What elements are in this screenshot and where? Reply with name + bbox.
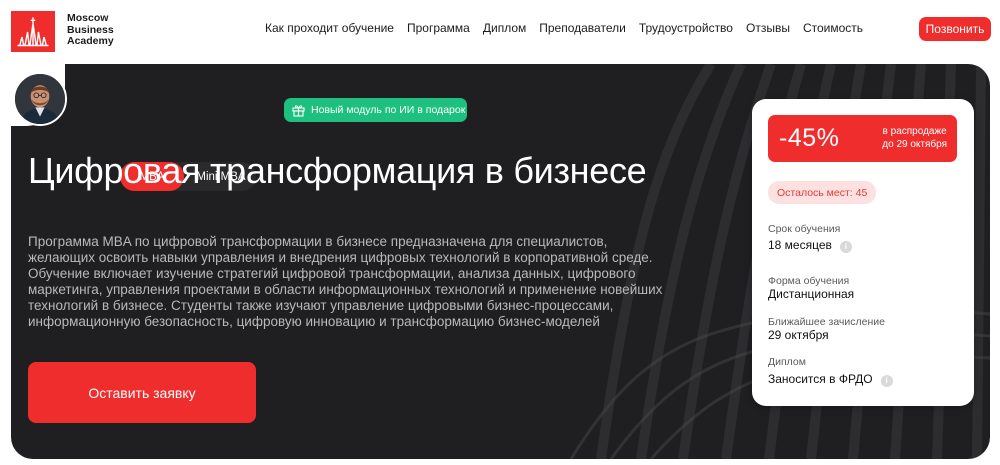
gift-icon — [292, 104, 305, 117]
enrollment-value: 29 октября — [768, 328, 829, 342]
seats-left-badge: Осталось мест: 45 — [768, 181, 877, 204]
call-button[interactable]: Позвонить — [919, 17, 991, 41]
program-description: Программа MBA по цифровой трансформации … — [28, 234, 663, 329]
discount-banner: -45% в распродаже до 29 октября — [768, 115, 957, 162]
enrollment-label: Ближайшее зачисление — [768, 316, 885, 328]
promo-badge[interactable]: Новый модуль по ИИ в подарок — [284, 98, 467, 122]
discount-line: до 29 октября — [882, 138, 947, 150]
discount-line: в распродаже — [882, 126, 947, 137]
study-form-value: Дистанционная — [768, 287, 855, 301]
nav-item-diploma[interactable]: Диплом — [483, 21, 526, 35]
nav-item-teachers[interactable]: Преподаватели — [539, 21, 626, 35]
nav-item-reviews[interactable]: Отзывы — [746, 21, 790, 35]
site-header: Moscow Business Academy Как проходит обу… — [0, 0, 1000, 58]
diploma-label: Диплом — [768, 356, 806, 368]
nav-item-how-it-works[interactable]: Как проходит обучение — [265, 21, 394, 35]
nav-item-employment[interactable]: Трудоустройство — [639, 21, 733, 35]
discount-value: -45% — [779, 124, 840, 152]
discount-deadline: в распродаже до 29 октября — [882, 126, 947, 151]
diploma-value: Заносится в ФРДО i — [768, 372, 893, 387]
study-form-label: Форма обучения — [768, 275, 850, 287]
program-info-card: -45% в распродаже до 29 октября Осталось… — [752, 99, 974, 406]
academy-name[interactable]: Moscow Business Academy — [67, 12, 114, 48]
promo-label: Новый модуль по ИИ в подарок — [311, 104, 466, 116]
duration-label: Срок обучения — [768, 223, 841, 235]
duration-value-text: 18 месяцев — [768, 238, 832, 252]
info-icon[interactable]: i — [880, 375, 893, 387]
nav-item-price[interactable]: Стоимость — [803, 21, 863, 35]
diploma-value-text: Заносится в ФРДО — [768, 372, 873, 386]
info-icon[interactable]: i — [839, 241, 852, 253]
teacher-avatar — [13, 72, 67, 126]
main-nav: Как проходит обучение Программа Диплом П… — [265, 21, 876, 35]
page-title: Цифровая трансформация в бизнесе — [28, 150, 647, 191]
duration-value: 18 месяцев i — [768, 238, 852, 253]
nav-item-program[interactable]: Программа — [407, 21, 470, 35]
apply-button[interactable]: Оставить заявку — [28, 362, 256, 423]
academy-name-line: Academy — [67, 35, 114, 47]
academy-logo-icon[interactable] — [11, 11, 55, 52]
academy-name-line: Moscow — [67, 12, 109, 24]
